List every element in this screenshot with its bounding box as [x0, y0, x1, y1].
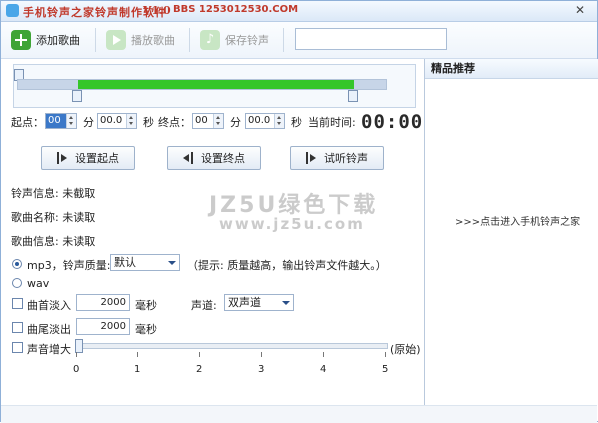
volume-tick-label: 0	[73, 364, 80, 375]
music-note-icon: ♪	[200, 30, 220, 50]
set-start-button[interactable]: 设置起点	[41, 146, 135, 170]
channel-label: 声道:	[191, 299, 217, 312]
preview-icon	[306, 152, 316, 164]
start-sec-unit: 秒	[143, 116, 154, 129]
fade-in-input[interactable]: 2000	[76, 294, 130, 311]
volume-tick	[261, 352, 262, 357]
quality-hint: （提示: 质量越高，输出铃声文件越大。）	[187, 259, 387, 272]
mp3-radio[interactable]	[12, 259, 22, 269]
spinner-arrows-icon[interactable]	[274, 114, 284, 128]
fade-out-checkbox[interactable]	[12, 322, 23, 333]
play-song-label: 播放歌曲	[131, 34, 175, 47]
current-time-label: 当前时间:	[308, 116, 356, 129]
play-icon	[106, 30, 126, 50]
play-song-button[interactable]: 播放歌曲	[106, 28, 175, 52]
selected-range-fill	[78, 80, 354, 89]
end-min-spinner[interactable]: 00	[192, 113, 224, 129]
volume-thumb[interactable]	[75, 339, 83, 353]
add-song-label: 添加歌曲	[36, 34, 80, 47]
volume-tick	[76, 352, 77, 357]
title-bar: 手机铃声之家铃声制作软件 V1.0 BBS 1253012530.COM ✕	[1, 1, 597, 22]
song-name: 歌曲名称: 未读取	[11, 211, 96, 224]
volume-tick-label: 1	[134, 364, 141, 375]
quality-value: 默认	[114, 256, 136, 269]
end-thumb[interactable]	[348, 90, 358, 102]
fade-in-label: 曲首淡入	[27, 299, 71, 312]
current-time-display: 00:00	[361, 111, 424, 133]
toolbar-divider	[189, 28, 190, 52]
start-label: 起点：	[11, 116, 44, 129]
start-min-unit: 分	[83, 116, 94, 129]
fade-in-unit: 毫秒	[135, 299, 157, 312]
recommend-header: 精品推荐	[425, 59, 598, 79]
fade-out-unit: 毫秒	[135, 323, 157, 336]
set-end-label: 设置终点	[201, 152, 245, 165]
wav-radio[interactable]	[12, 278, 22, 288]
chevron-down-icon	[282, 301, 290, 305]
volume-tick-label: 3	[258, 364, 265, 375]
toolbar-divider	[283, 28, 284, 52]
volume-original-label: (原始)	[390, 343, 421, 356]
app-window: 手机铃声之家铃声制作软件 V1.0 BBS 1253012530.COM ✕ 添…	[0, 0, 598, 423]
channel-select[interactable]: 双声道	[224, 294, 294, 311]
volume-tick	[137, 352, 138, 357]
volume-tick-label: 4	[320, 364, 327, 375]
window-version: V1.0	[143, 4, 171, 17]
fade-in-checkbox[interactable]	[12, 298, 23, 309]
volume-tick-label: 5	[382, 364, 389, 375]
spinner-arrows-icon[interactable]	[66, 114, 76, 128]
save-ringtone-button[interactable]: ♪ 保存铃声	[200, 28, 269, 52]
end-min-unit: 分	[230, 116, 241, 129]
watermark-url: www.jz5u.com	[219, 215, 365, 233]
start-thumb[interactable]	[72, 90, 82, 102]
end-label: 终点：	[158, 116, 191, 129]
app-icon	[6, 4, 19, 17]
add-song-button[interactable]: 添加歌曲	[11, 28, 80, 52]
end-sec-value: 00.0	[248, 115, 271, 126]
set-end-button[interactable]: 设置终点	[167, 146, 261, 170]
range-slider	[13, 64, 416, 108]
recommend-panel: 精品推荐 >>>点击进入手机铃声之家	[424, 59, 598, 421]
preview-label: 试听铃声	[324, 152, 368, 165]
toolbar: 添加歌曲 播放歌曲 ♪ 保存铃声	[1, 22, 597, 59]
quality-select[interactable]: 默认	[110, 254, 180, 271]
set-end-icon	[183, 152, 193, 164]
ringtone-home-link[interactable]: >>>点击进入手机铃声之家	[455, 213, 580, 228]
song-info: 歌曲信息: 未读取	[11, 235, 96, 248]
volume-boost-label: 声音增大	[27, 343, 71, 356]
chevron-down-icon	[168, 261, 176, 265]
end-sec-spinner[interactable]: 00.0	[245, 113, 285, 129]
wav-label: wav	[27, 277, 50, 290]
window-bbs: BBS 1253012530.COM	[173, 4, 299, 15]
preview-button[interactable]: 试听铃声	[290, 146, 384, 170]
mp3-label: mp3，铃声质量:	[27, 259, 111, 272]
spinner-arrows-icon[interactable]	[126, 114, 136, 128]
plus-icon	[11, 30, 31, 50]
volume-tick	[385, 352, 386, 357]
ringtone-info: 铃声信息: 未截取	[11, 187, 96, 200]
start-min-value: 00	[48, 115, 61, 126]
file-path-input[interactable]	[295, 28, 447, 50]
range-track[interactable]	[17, 79, 387, 90]
volume-tick	[199, 352, 200, 357]
close-button[interactable]: ✕	[567, 3, 593, 17]
volume-tick-label: 2	[196, 364, 203, 375]
set-start-icon	[57, 152, 67, 164]
set-start-label: 设置起点	[75, 152, 119, 165]
start-sec-value: 00.0	[100, 115, 123, 126]
volume-track[interactable]	[75, 343, 388, 349]
spinner-arrows-icon[interactable]	[213, 114, 223, 128]
end-sec-unit: 秒	[291, 116, 302, 129]
end-min-value: 00	[195, 115, 208, 126]
status-bar	[1, 405, 597, 423]
fade-out-input[interactable]: 2000	[76, 318, 130, 335]
volume-boost-checkbox[interactable]	[12, 342, 23, 353]
fade-out-label: 曲尾淡出	[27, 323, 71, 336]
toolbar-divider	[95, 28, 96, 52]
start-min-spinner[interactable]: 00	[45, 113, 77, 129]
save-ringtone-label: 保存铃声	[225, 34, 269, 47]
channel-value: 双声道	[228, 296, 261, 309]
start-sec-spinner[interactable]: 00.0	[97, 113, 137, 129]
volume-tick	[323, 352, 324, 357]
